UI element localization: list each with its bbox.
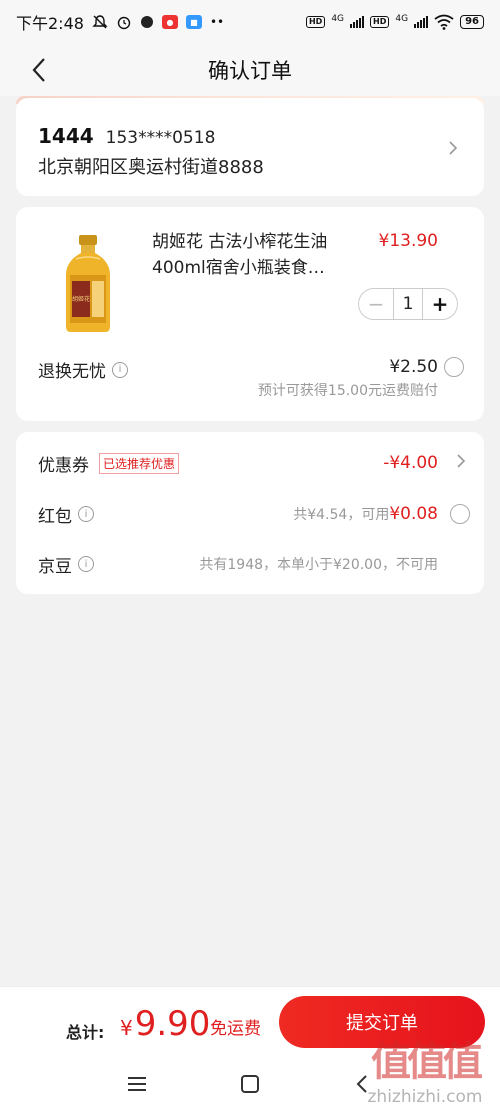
total-currency: ¥ <box>120 1016 133 1040</box>
total-price: ¥ 9.90 <box>120 1004 210 1044</box>
wifi-icon <box>434 14 454 30</box>
signal-icon-2 <box>414 16 429 28</box>
jingdou-row: 京豆 i 共有1948，本单小于¥20.00，不可用 <box>38 549 464 579</box>
product-card: 胡姬花 胡姬花 古法小榨花生油400ml宿舍小瓶装食… ¥13.90 − 1 +… <box>16 207 484 421</box>
red-packet-note: 共¥4.54，可用 <box>293 507 390 523</box>
home-icon[interactable] <box>238 1072 262 1096</box>
product-image[interactable]: 胡姬花 <box>62 235 114 333</box>
red-packet-value: ¥0.08 <box>389 504 438 524</box>
red-packet-row: 红包 i 共¥4.54，可用 ¥0.08 <box>38 499 470 529</box>
product-price: ¥13.90 <box>378 231 438 251</box>
checkout-bar: 总计: ¥ 9.90 免运费 提交订单 <box>0 986 500 1056</box>
chevron-right-icon[interactable] <box>456 453 466 473</box>
back-button[interactable] <box>24 54 54 86</box>
coupon-label: 优惠券 <box>38 455 89 476</box>
quantity-minus-button[interactable]: − <box>359 289 393 319</box>
free-shipping-label: 免运费 <box>210 1019 261 1039</box>
info-icon[interactable]: i <box>78 506 94 522</box>
alarm-icon <box>116 14 132 30</box>
address-card[interactable]: 1444 153****0518 北京朝阳区奥运村街道8888 <box>16 98 484 196</box>
return-service-price: ¥2.50 <box>389 357 438 377</box>
status-time: 下午2:48 <box>16 14 84 33</box>
menu-icon[interactable] <box>125 1072 149 1096</box>
app-notification-icon: ■ <box>185 15 202 29</box>
red-packet-label: 红包 <box>38 506 72 527</box>
mute-icon <box>92 14 108 30</box>
info-icon[interactable]: i <box>78 556 94 572</box>
submit-order-button[interactable]: 提交订单 <box>279 996 485 1048</box>
page-title: 确认订单 <box>208 59 292 83</box>
return-service-radio[interactable] <box>444 357 464 377</box>
network-type-2: 4G <box>395 14 409 24</box>
jingdou-note: 共有1948，本单小于¥20.00，不可用 <box>199 557 438 573</box>
quantity-plus-button[interactable]: + <box>423 289 457 319</box>
return-service-note: 预计可获得15.00元运费赔付 <box>257 383 438 399</box>
back-arrow-icon <box>32 58 45 82</box>
total-amount: 9.90 <box>134 1004 211 1044</box>
quantity-stepper: − 1 + <box>358 288 458 320</box>
nav-bar: 确认订单 <box>0 44 500 96</box>
signal-icon <box>350 16 365 28</box>
product-image-brand: 胡姬花 <box>72 295 90 303</box>
battery-icon: 96 <box>460 15 484 29</box>
more-notifications-icon: •• <box>209 15 225 29</box>
hd-icon-2: HD <box>370 16 390 28</box>
info-icon[interactable]: i <box>112 361 128 378</box>
network-type-1: 4G <box>331 14 345 24</box>
recipient-phone: 153****0518 <box>105 128 216 148</box>
recipient-name: 1444 <box>38 124 94 148</box>
return-service-label: 退换无忧 <box>38 362 106 382</box>
jd-app-icon: ● <box>161 15 178 29</box>
status-bar: 下午2:48 ● ■ •• HD 4G HD 4G 96 <box>0 0 500 44</box>
address-detail: 北京朝阳区奥运村街道8888 <box>38 157 264 178</box>
coupon-tag: 已选推荐优惠 <box>99 452 180 474</box>
quantity-input[interactable]: 1 <box>393 289 423 319</box>
app-dot-icon <box>140 15 154 29</box>
jingdou-label: 京豆 <box>38 556 72 577</box>
return-service-row: 退换无忧 i <box>38 357 128 382</box>
coupon-row[interactable]: 优惠券 已选推荐优惠 -¥4.00 <box>38 448 466 478</box>
coupon-value: -¥4.00 <box>383 453 438 473</box>
total-label: 总计: <box>66 1023 105 1042</box>
hd-icon: HD <box>305 16 326 28</box>
red-packet-radio[interactable] <box>450 504 470 524</box>
back-nav-icon[interactable] <box>350 1072 374 1096</box>
chevron-right-icon[interactable] <box>446 138 460 158</box>
product-title[interactable]: 胡姬花 古法小榨花生油400ml宿舍小瓶装食… <box>152 229 352 281</box>
system-nav-bar <box>0 1056 500 1111</box>
discount-card: 优惠券 已选推荐优惠 -¥4.00 红包 i 共¥4.54，可用 ¥0.08 京… <box>16 432 484 594</box>
